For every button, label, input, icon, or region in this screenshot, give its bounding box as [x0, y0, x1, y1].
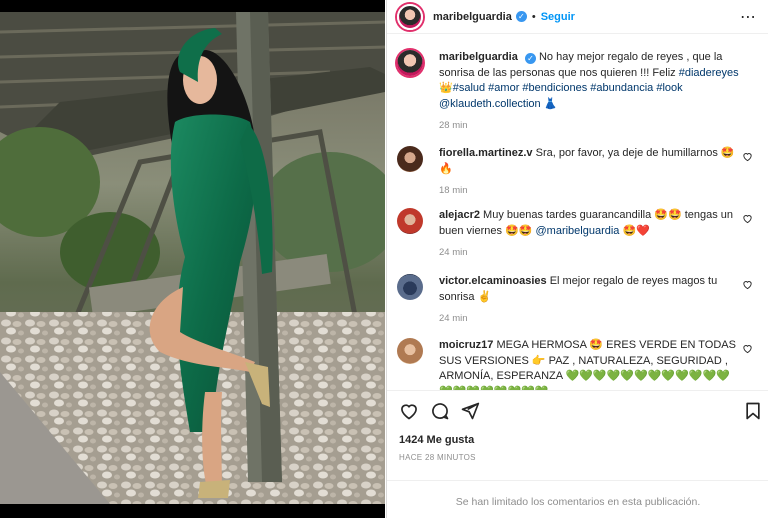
- save-bookmark-icon[interactable]: [743, 401, 763, 421]
- caption-mention[interactable]: @klaudeth.collection: [439, 98, 541, 110]
- verified-badge-icon: ✓: [515, 11, 527, 22]
- dress-emoji: 👗: [543, 97, 558, 110]
- comment-tail: 🤩❤️: [619, 224, 650, 237]
- like-comment-heart-icon[interactable]: [742, 213, 753, 224]
- caption-time: 28 min: [439, 120, 468, 131]
- comment-time: 24 min: [439, 313, 468, 324]
- comments-limited-notice: Se han limitado los comentarios en esta …: [387, 480, 768, 518]
- like-comment-heart-icon[interactable]: [742, 279, 753, 290]
- comment-username[interactable]: victor.elcaminoasies: [439, 275, 547, 287]
- crown-emoji: 👑: [439, 82, 453, 94]
- comment-username[interactable]: fiorella.martinez.v: [439, 147, 533, 159]
- comment-avatar[interactable]: [397, 274, 423, 300]
- post-image: [0, 12, 385, 504]
- post-photo[interactable]: [0, 0, 385, 518]
- more-options-icon[interactable]: ⋯: [740, 7, 757, 27]
- likes-count[interactable]: 1424 Me gusta: [399, 434, 474, 446]
- comment-username[interactable]: alejacr2: [439, 209, 480, 221]
- caption-hashtags[interactable]: #salud #amor #bendiciones #abundancia #l…: [453, 82, 683, 94]
- caption-username[interactable]: maribelguardia: [439, 51, 518, 63]
- caption-avatar[interactable]: [397, 50, 423, 76]
- author-avatar[interactable]: [397, 3, 423, 30]
- post-actions: 1424 Me gusta HACE 28 MINUTOS: [387, 390, 768, 480]
- comment-mention[interactable]: @maribelguardia: [536, 225, 620, 237]
- comment-avatar[interactable]: [397, 338, 423, 364]
- verified-badge-icon: ✓: [524, 53, 536, 64]
- author-username[interactable]: maribelguardia: [433, 11, 512, 23]
- comment-avatar[interactable]: [397, 208, 423, 234]
- comment-bubble-icon[interactable]: [430, 401, 450, 421]
- comment-time: 18 min: [439, 185, 468, 196]
- post-panel: maribelguardia ✓ • Seguir ⋯ maribelguard…: [386, 0, 768, 518]
- post-timestamp[interactable]: HACE 28 MINUTOS: [399, 453, 476, 462]
- comment-time: 24 min: [439, 247, 468, 258]
- like-heart-icon[interactable]: [399, 401, 419, 421]
- separator-dot: •: [531, 10, 536, 23]
- share-send-icon[interactable]: [460, 401, 480, 421]
- post-header: maribelguardia ✓ • Seguir ⋯: [387, 0, 768, 34]
- comment-text: Sra, por favor, ya deje de humillarnos 🤩: [535, 147, 735, 159]
- comment-extra: 🔥: [439, 162, 453, 175]
- hashtag-diadereyes[interactable]: #diadereyes: [679, 67, 739, 79]
- like-comment-heart-icon[interactable]: [742, 151, 753, 162]
- comments-list[interactable]: maribelguardia ✓ No hay mejor regalo de …: [387, 36, 768, 390]
- comment-username[interactable]: moicruz17: [439, 339, 493, 351]
- like-comment-heart-icon[interactable]: [742, 343, 753, 354]
- comment-avatar[interactable]: [397, 146, 423, 172]
- follow-button[interactable]: Seguir: [541, 11, 575, 23]
